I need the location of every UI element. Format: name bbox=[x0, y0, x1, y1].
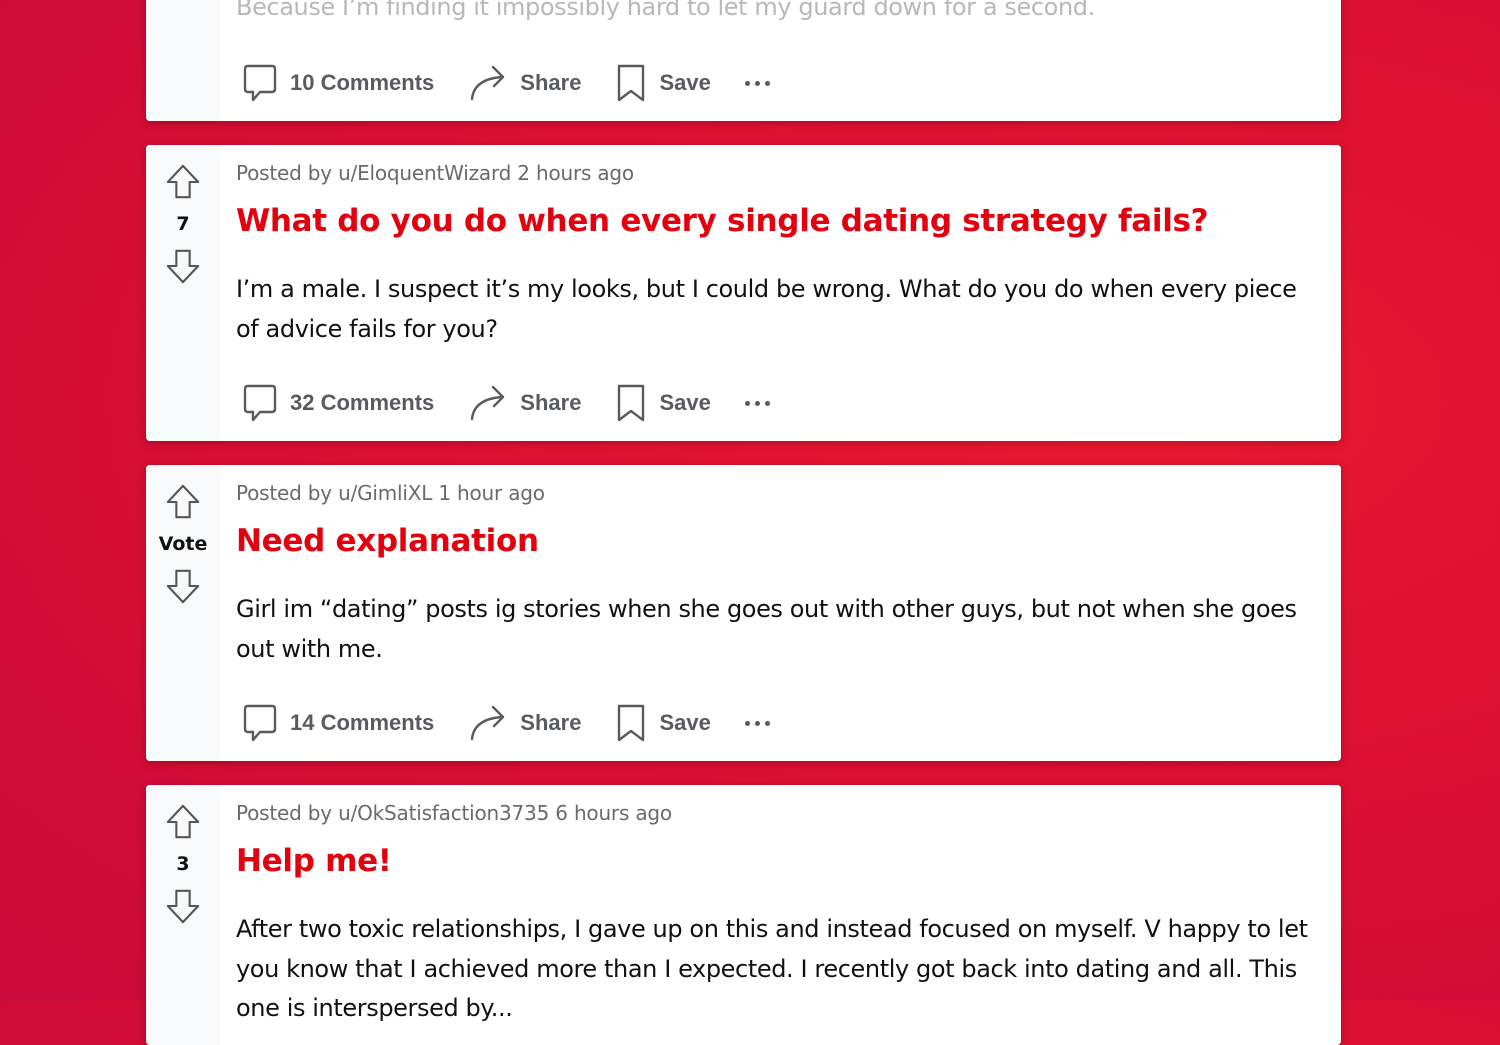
post-meta[interactable]: Posted by u/GimliXL 1 hour ago bbox=[236, 481, 545, 505]
post-title[interactable]: Help me! bbox=[236, 843, 392, 879]
ellipsis-dot bbox=[764, 720, 770, 726]
save-button[interactable]: Save bbox=[615, 63, 711, 103]
comments-button[interactable]: 14 Comments bbox=[242, 703, 434, 743]
vote-column: 7 bbox=[146, 145, 220, 441]
comments-count: 10 Comments bbox=[290, 70, 435, 95]
downvote-icon[interactable] bbox=[164, 247, 202, 285]
post-body: I’m a male. I suspect it’s my looks, but… bbox=[236, 275, 1297, 343]
vote-column: 3 bbox=[146, 785, 220, 1045]
post-title[interactable]: Need explanation bbox=[236, 523, 539, 559]
upvote-icon[interactable] bbox=[164, 483, 202, 521]
comments-button[interactable]: 10 Comments bbox=[242, 63, 434, 103]
save-button[interactable]: Save bbox=[615, 383, 711, 423]
comments-button[interactable]: 32 Comments bbox=[242, 383, 434, 423]
post-meta[interactable]: Posted by u/OkSatisfaction3735 6 hours a… bbox=[236, 801, 672, 825]
post-body: After two toxic relationships, I gave up… bbox=[236, 915, 1308, 1022]
share-label: Share bbox=[520, 390, 582, 415]
post-actions: 14 Comments Share Save bbox=[242, 703, 770, 743]
post-meta[interactable]: Posted by u/EloquentWizard 2 hours ago bbox=[236, 161, 634, 185]
post-body: Because I’m finding it impossibly hard t… bbox=[236, 0, 1095, 21]
upvote-icon[interactable] bbox=[164, 163, 202, 201]
comments-count: 14 Comments bbox=[290, 710, 435, 735]
post-actions: 32 Comments Share Save bbox=[242, 383, 770, 423]
more-options-button[interactable] bbox=[744, 80, 770, 86]
post-title[interactable]: What do you do when every single dating … bbox=[236, 203, 1209, 239]
share-icon bbox=[468, 63, 508, 103]
comments-count: 32 Comments bbox=[290, 390, 435, 415]
downvote-icon[interactable] bbox=[164, 567, 202, 605]
share-button[interactable]: Share bbox=[468, 383, 581, 423]
share-icon bbox=[468, 383, 508, 423]
ellipsis-dot bbox=[764, 80, 770, 86]
more-options-button[interactable] bbox=[744, 400, 770, 406]
save-button[interactable]: Save bbox=[615, 703, 711, 743]
bookmark-icon bbox=[615, 703, 647, 743]
post-actions: 10 Comments Share Save bbox=[242, 63, 770, 103]
ellipsis-dot bbox=[754, 400, 760, 406]
ellipsis-icon bbox=[744, 400, 750, 406]
share-button[interactable]: Share bbox=[468, 63, 581, 103]
ellipsis-icon bbox=[744, 80, 750, 86]
post-body: Girl im “dating” posts ig stories when s… bbox=[236, 595, 1297, 663]
downvote-icon[interactable] bbox=[164, 887, 202, 925]
share-label: Share bbox=[520, 70, 582, 95]
bookmark-icon bbox=[615, 383, 647, 423]
share-label: Share bbox=[520, 710, 582, 735]
ellipsis-dot bbox=[764, 400, 770, 406]
comment-icon bbox=[242, 383, 278, 423]
bookmark-icon bbox=[615, 63, 647, 103]
more-options-button[interactable] bbox=[744, 720, 770, 726]
save-label: Save bbox=[659, 70, 711, 95]
vote-score: 3 bbox=[176, 853, 190, 875]
post-card: Because I’m finding it impossibly hard t… bbox=[146, 0, 1341, 121]
post-card: 7 Posted by u/EloquentWizard 2 hours ago… bbox=[146, 145, 1341, 441]
vote-column bbox=[146, 0, 220, 121]
upvote-icon[interactable] bbox=[164, 803, 202, 841]
post-card: 3 Posted by u/OkSatisfaction3735 6 hours… bbox=[146, 785, 1341, 1045]
vote-column: Vote bbox=[146, 465, 220, 761]
vote-score: 7 bbox=[176, 213, 190, 235]
comment-icon bbox=[242, 703, 278, 743]
save-label: Save bbox=[659, 390, 711, 415]
post-card: Vote Posted by u/GimliXL 1 hour ago Need… bbox=[146, 465, 1341, 761]
comment-icon bbox=[242, 63, 278, 103]
vote-score: Vote bbox=[158, 533, 208, 555]
ellipsis-icon bbox=[744, 720, 750, 726]
ellipsis-dot bbox=[754, 720, 760, 726]
share-button[interactable]: Share bbox=[468, 703, 581, 743]
share-icon bbox=[468, 703, 508, 743]
save-label: Save bbox=[659, 710, 711, 735]
ellipsis-dot bbox=[754, 80, 760, 86]
